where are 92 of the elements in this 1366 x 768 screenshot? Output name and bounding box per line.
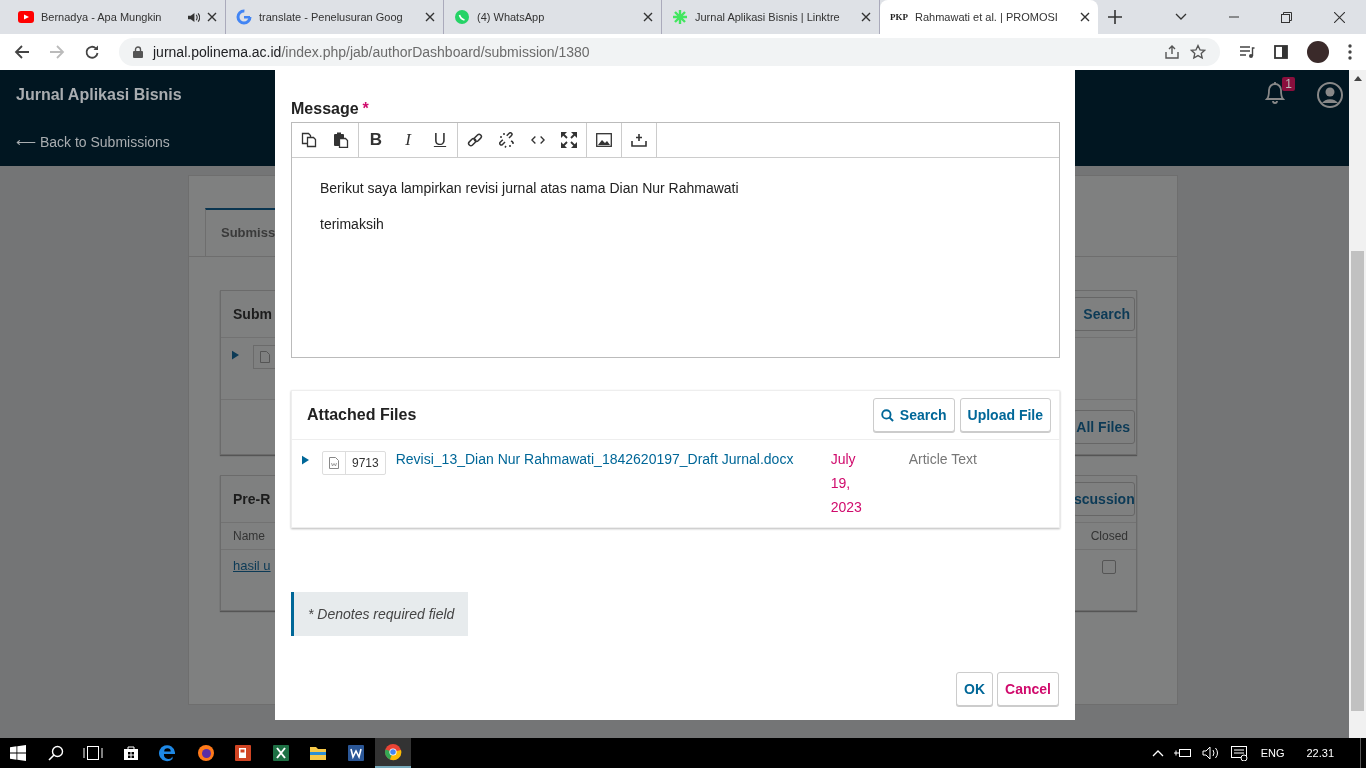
card-title: Subm xyxy=(233,306,272,322)
notification-badge: 1 xyxy=(1282,77,1295,91)
asterisk-icon xyxy=(672,9,688,25)
tab-title: (4) WhatsApp xyxy=(477,11,546,23)
tab-title: Bernadya - Apa Mungkin xyxy=(41,11,163,23)
expand-triangle-icon[interactable] xyxy=(302,455,309,465)
chat-icon xyxy=(454,9,470,25)
expand-triangle-icon[interactable] xyxy=(232,350,239,360)
play-icon xyxy=(18,11,34,23)
search-button[interactable]: Search xyxy=(872,398,955,432)
browser-tab[interactable]: PKP Rahmawati et al. | PROMOSI xyxy=(880,0,1098,34)
close-icon[interactable] xyxy=(1080,12,1090,22)
restore-icon[interactable] xyxy=(1281,11,1292,23)
search-icon xyxy=(880,408,894,422)
document-app-icon[interactable] xyxy=(346,744,365,762)
upload-file-button[interactable]: Upload File xyxy=(959,398,1051,432)
rich-text-editor[interactable]: B I U Berikut saya lampirkan revisi jurnal atas nama Dian Nur Rahmawati terimaksih xyxy=(291,122,1060,358)
windows-logo-icon[interactable] xyxy=(10,745,26,761)
battery-plug-icon[interactable] xyxy=(1173,747,1192,759)
card-title: Pre-R xyxy=(233,491,271,507)
speaker-icon[interactable] xyxy=(187,11,200,23)
tab-title: Rahmawati et al. | PROMOSI xyxy=(915,11,1059,23)
message-paragraph: Berikut saya lampirkan revisi jurnal atas nama Dian Nur Rahmawati xyxy=(320,180,740,196)
media-queue-icon[interactable] xyxy=(1239,45,1255,59)
share-icon[interactable] xyxy=(1164,44,1180,60)
tab-title: translate - Penelusuran Goog xyxy=(259,11,404,23)
column-header: Name xyxy=(233,529,265,543)
file-name-link[interactable]: Revisi_13_Dian Nur Rahmawati_1842620197_Draft Jurnal.docx xyxy=(395,451,831,467)
underline-tool[interactable]: U xyxy=(432,130,448,150)
caret-up-icon[interactable] xyxy=(1151,749,1164,757)
fullscreen-icon[interactable] xyxy=(561,132,577,148)
copy-icon[interactable] xyxy=(301,132,317,148)
side-panel-icon[interactable] xyxy=(1274,45,1288,59)
document-icon xyxy=(329,457,339,469)
search-icon[interactable] xyxy=(47,745,64,761)
scroll-up-arrow-icon[interactable] xyxy=(1353,76,1362,81)
back-arrow-icon[interactable] xyxy=(14,44,30,60)
lock-icon xyxy=(133,46,143,58)
chevron-down-icon[interactable] xyxy=(1175,13,1187,21)
fox-globe-icon[interactable] xyxy=(196,744,215,762)
link-icon[interactable] xyxy=(467,132,483,148)
journal-title[interactable]: Jurnal Aplikasi Bisnis xyxy=(16,86,182,104)
close-icon[interactable] xyxy=(207,12,217,22)
profile-avatar[interactable] xyxy=(1307,41,1329,63)
task-view-icon[interactable] xyxy=(83,745,103,761)
closed-checkbox[interactable] xyxy=(1102,560,1116,574)
notification-icon[interactable] xyxy=(1229,745,1248,761)
scrollbar[interactable] xyxy=(1349,70,1366,738)
tab-title: Jurnal Aplikasi Bisnis | Linktre xyxy=(695,11,841,23)
close-icon[interactable] xyxy=(643,12,653,22)
e-logo-icon[interactable] xyxy=(159,744,177,762)
column-header: Closed xyxy=(1090,529,1128,543)
presentation-app-icon[interactable] xyxy=(234,744,252,762)
star-icon[interactable] xyxy=(1190,44,1206,60)
file-id: 9713 xyxy=(351,455,380,472)
more-menu-icon[interactable] xyxy=(1348,44,1352,60)
unlink-icon[interactable] xyxy=(499,132,515,148)
close-icon[interactable] xyxy=(861,12,871,22)
close-icon[interactable] xyxy=(425,12,435,22)
ok-button[interactable]: OK xyxy=(956,672,994,706)
address-field[interactable]: jurnal.polinema.ac.id/index.php/jab/authorDashboard/submission/1380 xyxy=(119,38,1220,66)
required-mark: * xyxy=(362,100,369,118)
field-label: Message xyxy=(291,100,359,118)
required-field-note: * Denotes required field xyxy=(291,592,469,636)
file-type: Article Text xyxy=(908,451,977,467)
paste-icon[interactable] xyxy=(333,132,349,148)
user-avatar-icon[interactable] xyxy=(1317,82,1343,108)
new-tab-icon[interactable] xyxy=(1108,10,1122,24)
spreadsheet-app-icon[interactable] xyxy=(271,744,290,762)
image-icon[interactable] xyxy=(596,133,612,147)
italic-tool[interactable]: I xyxy=(400,130,416,150)
code-icon[interactable] xyxy=(531,133,545,147)
bold-tool[interactable]: B xyxy=(368,130,384,150)
g-logo-icon xyxy=(236,9,252,25)
chrome-logo-icon[interactable] xyxy=(384,743,402,761)
folder-icon[interactable] xyxy=(309,745,327,761)
shopping-bag-icon[interactable] xyxy=(122,745,139,761)
file-date: July 19, 2023 xyxy=(830,450,863,517)
cancel-button[interactable]: Cancel xyxy=(997,672,1059,706)
bell-icon[interactable] xyxy=(1263,80,1287,106)
site-logo: PKP xyxy=(890,12,908,22)
clock-time[interactable]: 22.31 xyxy=(1306,747,1334,759)
reload-icon[interactable] xyxy=(84,44,100,60)
upload-icon[interactable] xyxy=(631,133,647,147)
message-paragraph: terimaksih xyxy=(320,216,385,232)
close-icon[interactable] xyxy=(1334,11,1345,23)
language-indicator[interactable]: ENG xyxy=(1260,747,1285,759)
speaker-icon[interactable] xyxy=(1201,746,1220,760)
panel-title: Attached Files xyxy=(307,406,417,424)
scrollbar-thumb[interactable] xyxy=(1351,251,1364,711)
url-text: jurnal.polinema.ac.id/index.php/jab/authorDashboard/submission/1380 xyxy=(153,44,590,60)
document-icon xyxy=(260,351,270,363)
